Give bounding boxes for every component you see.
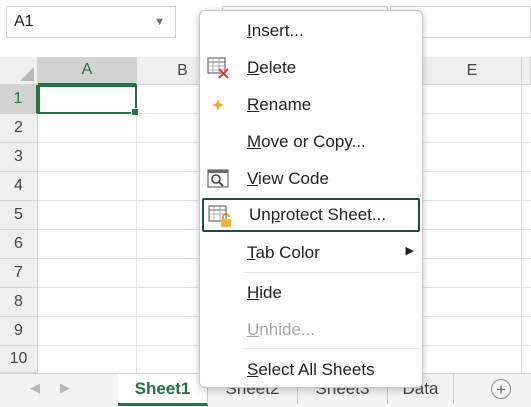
menu-item-tab-color[interactable]: Tab Color ▶ (202, 237, 420, 269)
menu-separator (244, 348, 420, 349)
menu-item-label: Select All Sheets (247, 360, 375, 379)
menu-item-label: Tab Color (247, 243, 320, 262)
menu-separator (244, 272, 420, 273)
select-all-corner[interactable] (0, 57, 38, 85)
menu-item-label: Unhide... (247, 320, 316, 339)
menu-item-unprotect-sheet[interactable]: Unprotect Sheet... (202, 198, 420, 232)
row-header[interactable]: 1 (0, 85, 38, 114)
row-header[interactable]: 7 (0, 259, 38, 288)
scroll-tabs-left-icon[interactable]: ◀ (30, 380, 40, 396)
row-header[interactable]: 6 (0, 230, 38, 259)
menu-item-delete[interactable]: Delete (202, 52, 420, 84)
column-header-a[interactable]: A (38, 57, 137, 85)
menu-item-label: Move or Copy... (247, 132, 366, 151)
column-header-f[interactable] (522, 57, 531, 85)
unprotect-sheet-icon (208, 204, 232, 228)
name-box[interactable]: A1 ▼ (6, 6, 176, 38)
row-header[interactable]: 4 (0, 172, 38, 201)
name-box-value: A1 (14, 13, 34, 30)
add-sheet-button[interactable]: + (491, 379, 511, 399)
menu-item-select-all-sheets[interactable]: Select All Sheets (202, 354, 420, 386)
sheet-tab-context-menu: Insert... Delete Rename Move or Copy... … (199, 10, 423, 388)
menu-item-hide[interactable]: Hide (202, 277, 420, 309)
menu-item-rename[interactable]: Rename (202, 89, 420, 121)
menu-item-label: View Code (247, 169, 329, 188)
delete-sheet-icon (206, 56, 230, 80)
submenu-arrow-icon: ▶ (405, 245, 414, 257)
menu-item-label: Unprotect Sheet... (249, 205, 387, 224)
scroll-tabs-right-icon[interactable]: ▶ (60, 380, 70, 396)
row-header[interactable]: 5 (0, 201, 38, 230)
row-header[interactable]: 10 (0, 346, 38, 373)
column-header-e[interactable]: E (423, 57, 522, 85)
fill-handle[interactable] (131, 108, 139, 116)
gridline (521, 85, 522, 373)
menu-item-label: Delete (247, 58, 297, 77)
chevron-down-icon[interactable]: ▼ (154, 16, 165, 28)
menu-item-insert[interactable]: Insert... (202, 15, 420, 47)
row-header[interactable]: 8 (0, 288, 38, 317)
row-header[interactable]: 2 (0, 114, 38, 143)
menu-item-label: Hide (247, 283, 282, 302)
sheet-tab-sheet1[interactable]: Sheet1 (118, 374, 208, 406)
view-code-icon (206, 167, 230, 191)
rename-icon (206, 93, 230, 117)
menu-item-unhide: Unhide... (202, 314, 420, 346)
menu-item-label: Insert... (247, 21, 304, 40)
menu-item-view-code[interactable]: View Code (202, 163, 420, 195)
active-cell-a1[interactable] (38, 85, 139, 116)
menu-item-move-or-copy[interactable]: Move or Copy... (202, 126, 420, 158)
row-header[interactable]: 9 (0, 317, 38, 346)
row-header[interactable]: 3 (0, 143, 38, 172)
menu-item-label: Rename (247, 95, 312, 114)
gridline (136, 85, 137, 373)
